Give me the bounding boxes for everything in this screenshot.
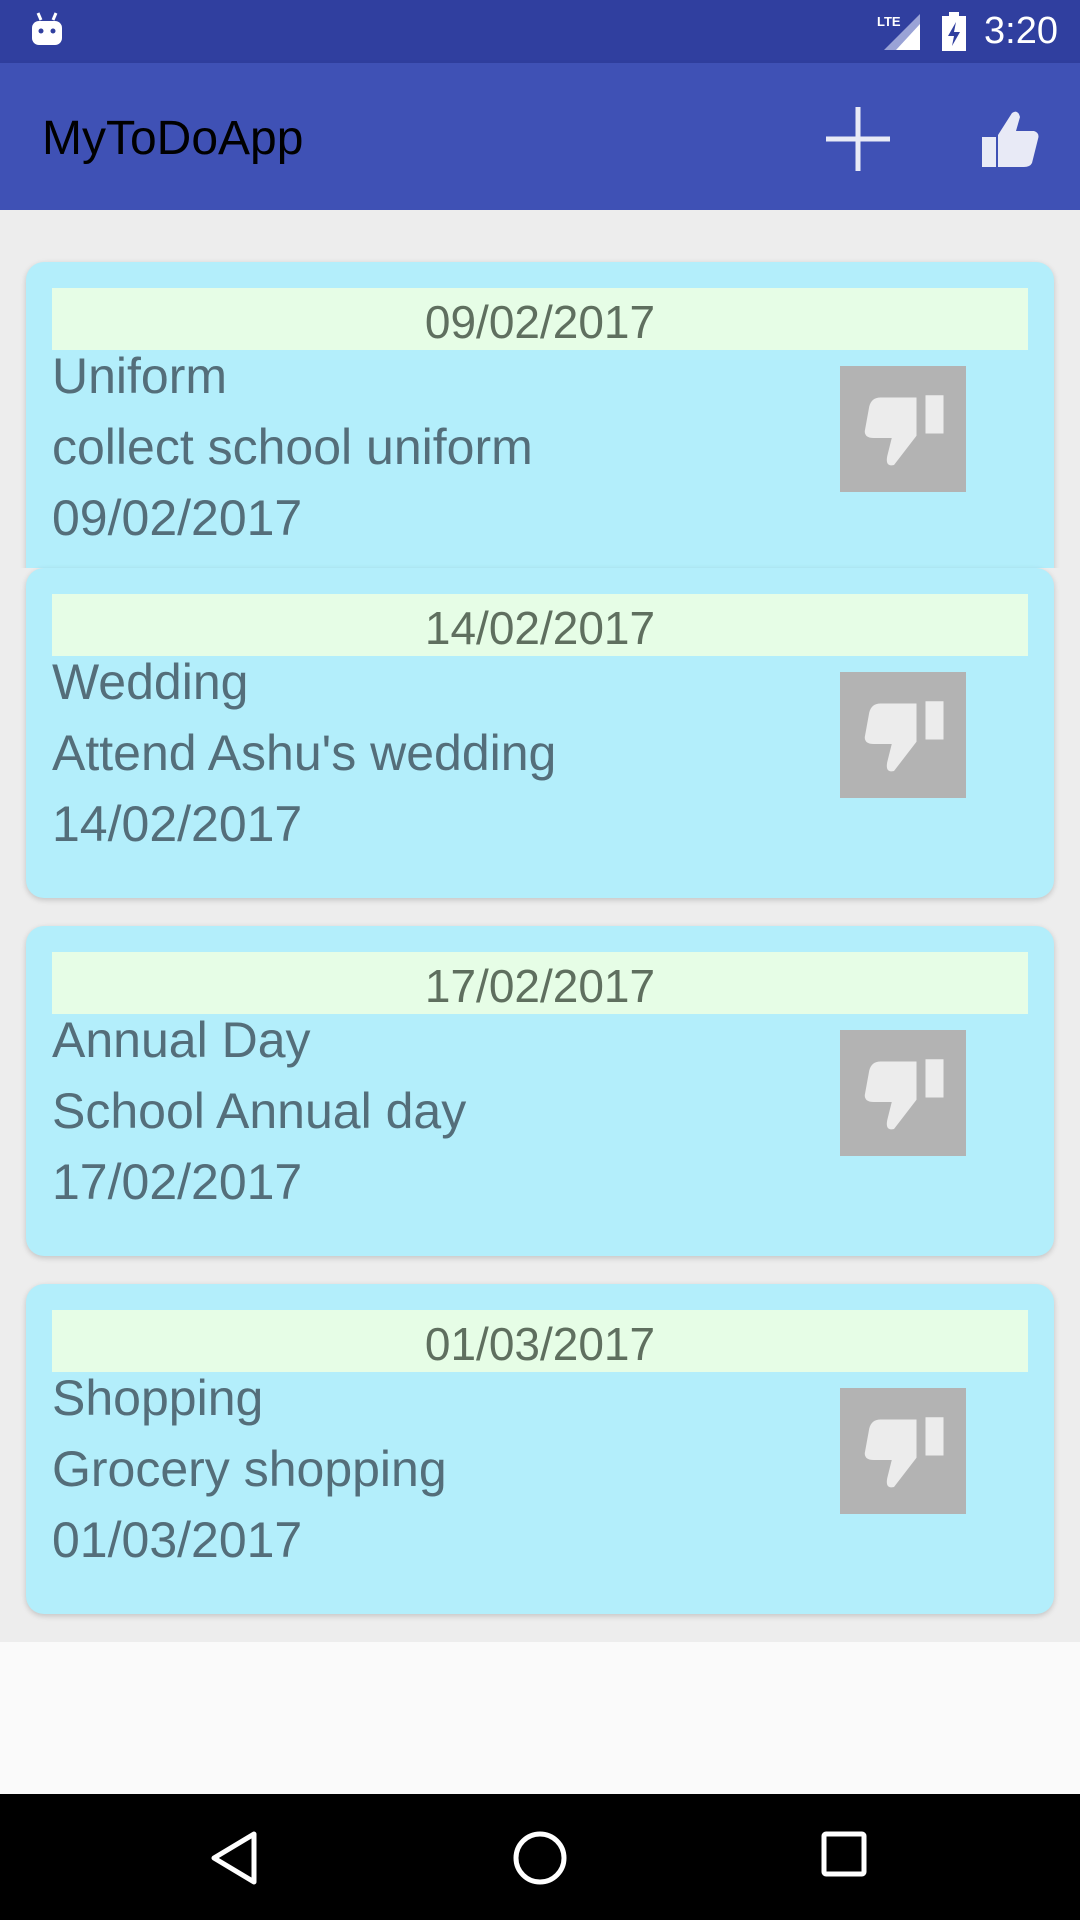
- card-date-header: 01/03/2017: [52, 1310, 1028, 1372]
- list-item: 14/02/2017 Wedding Attend Ashu's wedding…: [0, 568, 1080, 926]
- thumbs-up-icon[interactable]: [968, 99, 1048, 179]
- android-icon: [32, 12, 62, 45]
- home-icon[interactable]: [510, 1828, 570, 1888]
- todo-date: 01/03/2017: [52, 1512, 303, 1568]
- todo-card[interactable]: 09/02/2017 Uniform collect school unifor…: [26, 262, 1054, 592]
- app-bar: MyToDoApp: [0, 63, 1080, 210]
- dislike-button[interactable]: [840, 1030, 966, 1156]
- card-date-header: 14/02/2017: [52, 594, 1028, 656]
- svg-text:LTE: LTE: [877, 14, 901, 29]
- recents-icon[interactable]: [820, 1830, 868, 1878]
- todo-card[interactable]: 01/03/2017 Shopping Grocery shopping 01/…: [26, 1284, 1054, 1614]
- todo-date: 14/02/2017: [52, 796, 303, 852]
- thumbs-down-icon: [864, 1059, 944, 1130]
- todo-card[interactable]: 14/02/2017 Wedding Attend Ashu's wedding…: [26, 568, 1054, 898]
- todo-date: 17/02/2017: [52, 1154, 303, 1210]
- list-item: 01/03/2017 Shopping Grocery shopping 01/…: [0, 1284, 1080, 1642]
- todo-description: Grocery shopping: [52, 1441, 447, 1497]
- todo-date: 09/02/2017: [52, 490, 303, 546]
- todo-title: Uniform: [52, 348, 228, 404]
- todo-description: collect school uniform: [52, 419, 533, 475]
- thumbs-down-icon: [864, 701, 944, 772]
- list-item: 09/02/2017 Uniform collect school unifor…: [0, 210, 1080, 592]
- todo-title: Annual Day: [52, 1012, 311, 1068]
- todo-card[interactable]: 17/02/2017 Annual Day School Annual day …: [26, 926, 1054, 1256]
- app-title: MyToDoApp: [42, 112, 304, 165]
- lte-signal-icon: LTE: [877, 14, 920, 50]
- dislike-button[interactable]: [840, 672, 966, 798]
- card-date-header: 09/02/2017: [52, 288, 1028, 350]
- battery-charging-icon: [942, 12, 966, 51]
- list-item: 17/02/2017 Annual Day School Annual day …: [0, 926, 1080, 1284]
- todo-description: Attend Ashu's wedding: [52, 725, 557, 781]
- card-date-header: 17/02/2017: [52, 952, 1028, 1014]
- todo-description: School Annual day: [52, 1083, 467, 1139]
- add-icon[interactable]: [818, 99, 898, 179]
- todo-title: Shopping: [52, 1370, 264, 1426]
- status-bar: LTE 3:20: [0, 0, 1080, 63]
- thumbs-down-icon: [864, 395, 944, 466]
- navigation-bar: [0, 1794, 1080, 1920]
- thumbs-down-icon: [864, 1417, 944, 1488]
- dislike-button[interactable]: [840, 1388, 966, 1514]
- back-icon[interactable]: [208, 1830, 264, 1886]
- todo-title: Wedding: [52, 654, 249, 710]
- dislike-button[interactable]: [840, 366, 966, 492]
- status-time: 3:20: [984, 10, 1058, 52]
